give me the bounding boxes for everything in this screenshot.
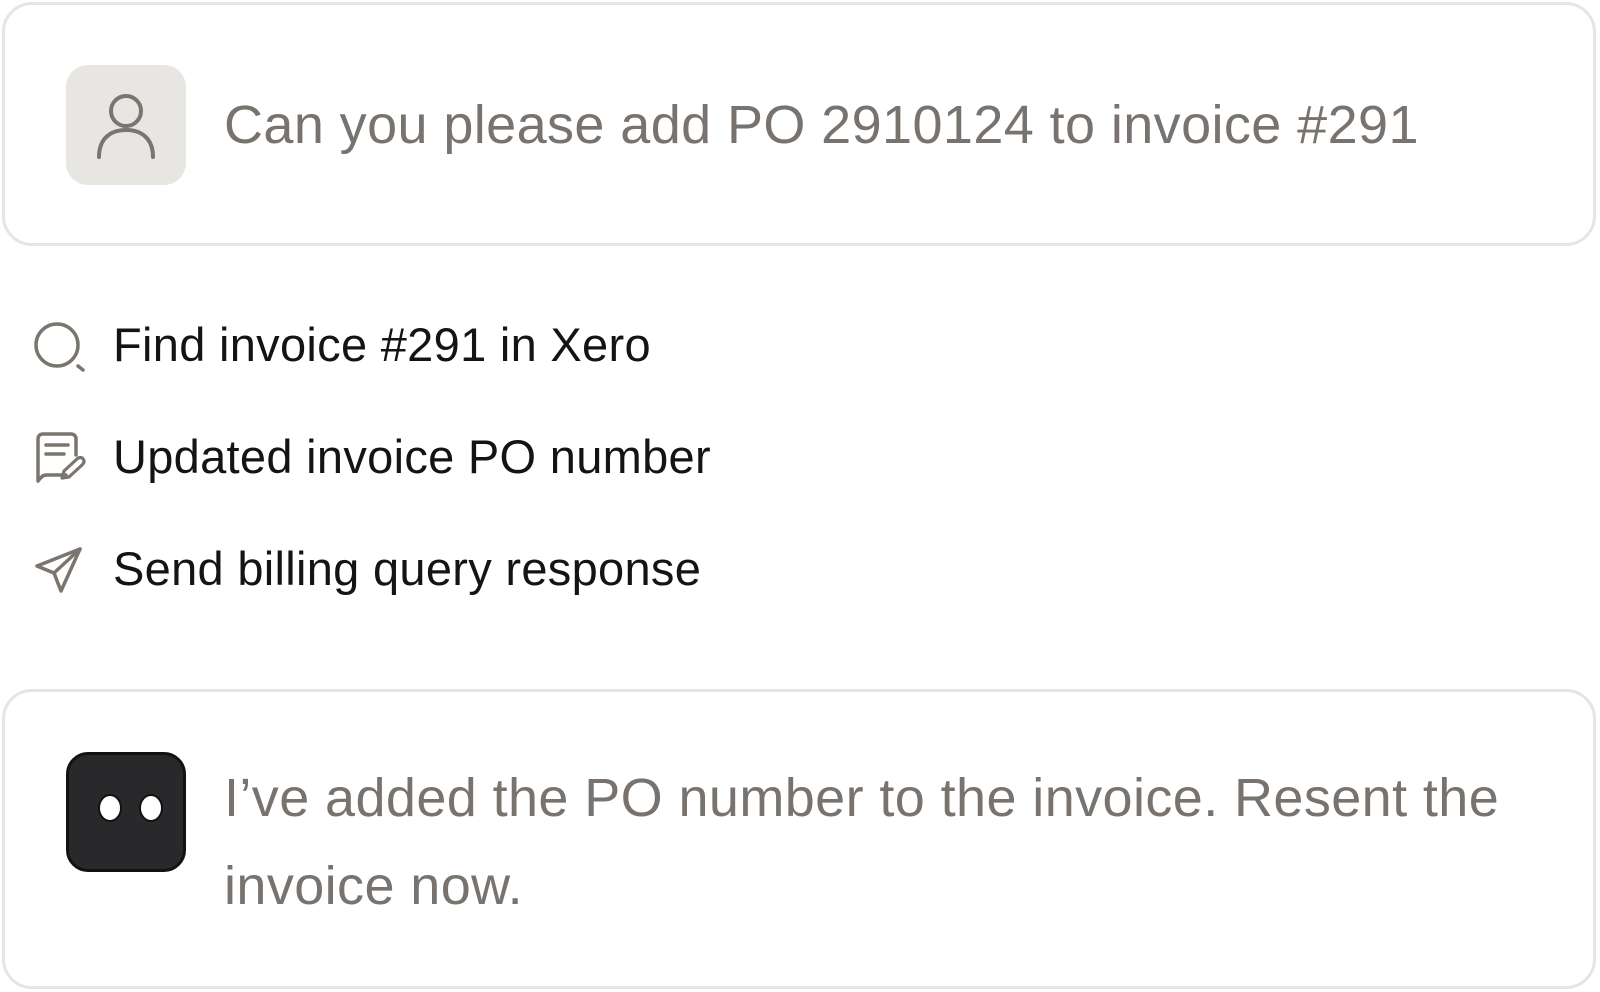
agent-message-text: I’ve added the PO number to the invoice.… — [224, 768, 1500, 916]
agent-avatar — [66, 752, 186, 872]
user-message-card: Can you please add PO 2910124 to invoice… — [2, 2, 1596, 246]
user-icon — [97, 94, 155, 159]
search-icon — [34, 322, 85, 372]
agent-response-card: I’ve added the PO number to the invoice.… — [2, 689, 1596, 989]
step-send-response: Send billing query response — [0, 534, 900, 604]
step-label: Send billing query response — [113, 542, 702, 595]
user-avatar — [66, 65, 186, 185]
assistant-eyes-icon — [98, 794, 163, 822]
step-find-invoice: Find invoice #291 in Xero — [0, 310, 900, 380]
send-icon — [35, 547, 82, 593]
step-label: Find invoice #291 in Xero — [113, 318, 651, 371]
step-label: Updated invoice PO number — [113, 430, 711, 483]
step-update-po: Updated invoice PO number — [0, 422, 900, 492]
user-message-text: Can you please add PO 2910124 to invoice… — [224, 95, 1419, 155]
edit-document-icon — [36, 432, 86, 483]
